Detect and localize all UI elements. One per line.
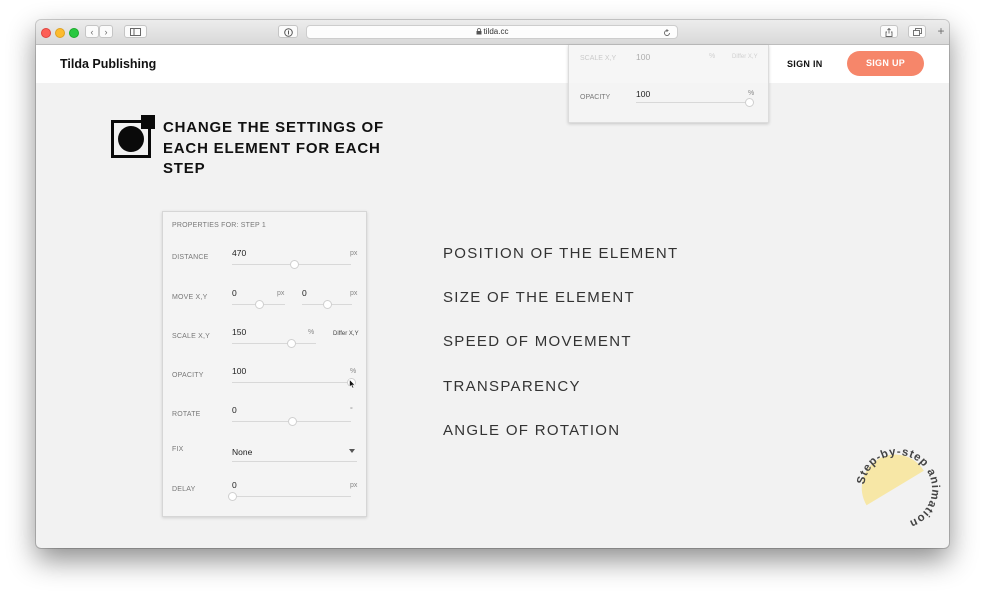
scale-slider-knob[interactable] — [286, 339, 296, 348]
address-bar[interactable]: tilda.cc — [306, 25, 678, 39]
opacity-unit: % — [350, 368, 357, 375]
url-label: tilda.cc — [483, 27, 509, 36]
distance-row: DISTANCE 470 px — [163, 248, 366, 278]
chevron-down-icon[interactable] — [349, 449, 355, 453]
distance-unit: px — [350, 250, 358, 257]
opacity-row: OPACITY 100 % — [163, 366, 366, 396]
step-by-step-badge: Step-by-step animation — [855, 446, 940, 530]
scale-unit: % — [308, 329, 315, 336]
ghost-opacity-unit: % — [748, 90, 755, 97]
ghost-opacity-label: OPACITY — [580, 94, 611, 101]
properties-panel: PROPERTIES FOR: STEP 1 DISTANCE 470 px M… — [162, 211, 367, 517]
minimize-window-button[interactable] — [55, 28, 65, 38]
brand-logo-text[interactable]: Tilda Publishing — [60, 57, 156, 71]
sign-in-link[interactable]: SIGN IN — [787, 59, 823, 69]
lock-icon — [476, 28, 482, 35]
distance-label: DISTANCE — [172, 254, 209, 261]
rotate-unit: ° — [350, 407, 353, 414]
move-x-unit: px — [277, 290, 285, 297]
tabs-overview-button[interactable] — [908, 25, 926, 38]
delay-value[interactable]: 0 — [232, 480, 237, 490]
move-y-value[interactable]: 0 — [302, 288, 307, 298]
scale-slider-track[interactable] — [232, 343, 316, 344]
rotate-row: ROTATE 0 ° — [163, 405, 366, 435]
feature-speed: SPEED OF MOVEMENT — [443, 333, 632, 350]
share-icon — [885, 27, 893, 37]
sign-up-button[interactable]: SIGN UP — [847, 51, 924, 76]
section-heading: CHANGE THE SETTINGS OF EACH ELEMENT FOR … — [163, 119, 384, 177]
forward-button[interactable]: › — [99, 25, 113, 38]
delay-slider-track[interactable] — [232, 496, 351, 497]
square-icon — [141, 115, 155, 129]
move-x-slider-knob[interactable] — [254, 300, 264, 309]
ghost-differ-toggle: Differ X,Y — [732, 54, 758, 60]
share-button[interactable] — [880, 25, 898, 38]
sidebar-toggle-button[interactable] — [124, 25, 147, 38]
delay-unit: px — [350, 482, 358, 489]
new-tab-button[interactable]: + — [934, 25, 948, 38]
scale-row: SCALE X,Y 150 % Differ X,Y — [163, 327, 366, 357]
chevron-right-icon: › — [104, 27, 108, 37]
ghost-opacity-track — [636, 102, 753, 103]
fix-select-value[interactable]: None — [232, 447, 252, 457]
delay-label: DELAY — [172, 486, 196, 493]
move-x-value[interactable]: 0 — [232, 288, 237, 298]
tabs-icon — [912, 28, 922, 36]
move-label: MOVE X,Y — [172, 294, 208, 301]
reload-icon[interactable] — [663, 28, 671, 37]
distance-value[interactable]: 470 — [232, 248, 246, 258]
fix-select-underline — [232, 461, 357, 462]
scale-value[interactable]: 150 — [232, 327, 246, 337]
shield-icon — [283, 27, 293, 37]
distance-slider-knob[interactable] — [289, 260, 299, 269]
chevron-left-icon: ‹ — [90, 27, 94, 37]
ghost-scale-value: 100 — [636, 52, 651, 62]
mouse-cursor-icon — [349, 379, 356, 389]
opacity-slider-track[interactable] — [232, 382, 351, 383]
ghost-opacity-value: 100 — [636, 89, 651, 99]
plus-icon: + — [937, 24, 945, 38]
scale-label: SCALE X,Y — [172, 333, 210, 340]
move-y-slider-knob[interactable] — [323, 300, 332, 309]
opacity-value[interactable]: 100 — [232, 366, 246, 376]
url-text: tilda.cc — [307, 26, 677, 38]
floating-properties-panel: SCALE X,Y 100 % Differ X,Y OPACITY 100 % — [568, 45, 769, 123]
feature-position: POSITION OF THE ELEMENT — [443, 245, 679, 262]
differ-xy-toggle[interactable]: Differ X,Y — [333, 331, 359, 337]
fix-label: FIX — [172, 446, 184, 453]
site-header: Tilda Publishing SIGN IN SIGN UP — [36, 45, 949, 83]
ghost-scale-label: SCALE X,Y — [580, 55, 617, 62]
feature-transparency: TRANSPARENCY — [443, 378, 581, 395]
ghost-opacity-knob — [745, 98, 754, 107]
ghost-scale-row: SCALE X,Y 100 % Differ X,Y — [569, 45, 768, 83]
close-window-button[interactable] — [41, 28, 51, 38]
rotate-value[interactable]: 0 — [232, 405, 237, 415]
sidebar-icon — [130, 28, 141, 36]
move-row: MOVE X,Y 0 px 0 px — [163, 288, 366, 318]
browser-toolbar: ‹ › tilda.cc + — [36, 20, 949, 45]
privacy-report-button[interactable] — [278, 25, 298, 38]
fix-row: FIX None — [163, 445, 366, 475]
opacity-label: OPACITY — [172, 372, 204, 379]
browser-window: ‹ › tilda.cc + Tilda Publishing SIGN IN … — [36, 20, 949, 548]
delay-row: DELAY 0 px — [163, 480, 366, 510]
delay-slider-knob[interactable] — [228, 492, 237, 501]
back-button[interactable]: ‹ — [85, 25, 99, 38]
rotate-slider-knob[interactable] — [287, 417, 297, 426]
ghost-scale-unit: % — [709, 53, 716, 60]
rotate-label: ROTATE — [172, 411, 201, 418]
circle-icon — [118, 126, 144, 152]
move-y-unit: px — [350, 290, 358, 297]
feature-size: SIZE OF THE ELEMENT — [443, 289, 635, 306]
panel-title: PROPERTIES FOR: STEP 1 — [172, 222, 266, 229]
zoom-window-button[interactable] — [69, 28, 79, 38]
feature-rotation: ANGLE OF ROTATION — [443, 422, 621, 439]
